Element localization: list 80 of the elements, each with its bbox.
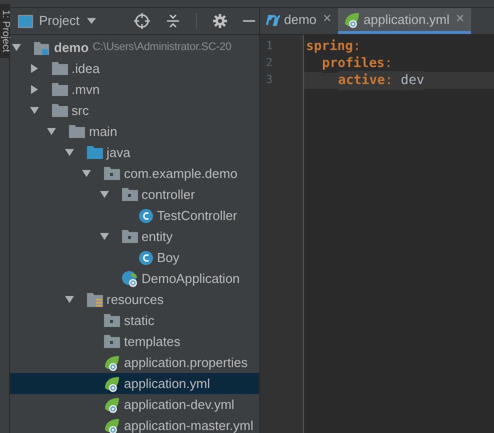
folder-icon xyxy=(52,62,68,75)
spring-leaf-icon xyxy=(104,376,120,392)
tree-row[interactable]: .idea xyxy=(10,58,259,79)
settings-icon[interactable] xyxy=(213,14,227,28)
editor-tab[interactable]: demo ✕ xyxy=(260,8,338,34)
collapse-arrow-icon[interactable] xyxy=(30,106,38,115)
expand-arrow-icon[interactable] xyxy=(30,64,38,73)
tree-row[interactable]: entity xyxy=(10,226,259,247)
tree-row[interactable]: resources xyxy=(10,289,259,310)
package-folder-icon xyxy=(104,314,120,327)
panel-icon xyxy=(18,14,33,28)
tree-item-label: templates xyxy=(124,332,180,351)
dropdown-caret-icon xyxy=(87,18,96,24)
tree-row[interactable]: application-master.yml xyxy=(10,415,259,433)
tree-item-label: com.example.demo xyxy=(124,164,238,183)
folder-icon xyxy=(52,83,68,96)
tree-item-label: controller xyxy=(142,186,195,204)
crosshair-icon[interactable] xyxy=(134,13,150,29)
tree-row[interactable]: com.example.demo xyxy=(10,163,259,184)
tree-row[interactable]: main xyxy=(10,121,259,142)
collapse-arrow-icon[interactable] xyxy=(47,127,56,136)
collapse-arrow-icon[interactable] xyxy=(64,295,74,304)
spring-leaf-icon xyxy=(344,12,360,28)
editor-tab[interactable]: application.yml ✕ xyxy=(338,8,471,34)
tree-row[interactable]: .mvn xyxy=(10,79,259,100)
tree-row[interactable]: java xyxy=(10,142,259,163)
tree-row[interactable]: controller xyxy=(10,184,259,205)
project-view-dropdown[interactable]: Project xyxy=(39,11,96,31)
package-folder-icon xyxy=(122,230,138,243)
tree-row[interactable]: static xyxy=(10,310,259,331)
spring-leaf-icon xyxy=(104,418,120,433)
tree-item-label: main xyxy=(89,122,118,141)
class-icon xyxy=(139,250,153,264)
collapse-arrow-icon[interactable] xyxy=(64,148,74,157)
package-folder-icon xyxy=(122,188,138,201)
expand-arrow-icon[interactable] xyxy=(30,85,38,94)
tree-row[interactable]: application.properties xyxy=(10,352,259,373)
spring-leaf-icon xyxy=(104,396,120,412)
tree-row[interactable]: src xyxy=(10,100,259,121)
tree-item-label: application-dev.yml xyxy=(124,396,234,414)
m-letter-icon xyxy=(266,14,280,26)
resources-folder-icon xyxy=(86,292,102,306)
tree-item-label: src xyxy=(72,102,89,120)
tree-item-label: static xyxy=(124,312,154,330)
tree-item-label: .idea xyxy=(72,60,100,78)
folder-icon xyxy=(52,104,68,117)
collapse-all-icon[interactable] xyxy=(166,14,180,28)
tree-item-label: java xyxy=(106,144,130,162)
collapse-arrow-icon[interactable] xyxy=(82,169,91,178)
tree-row[interactable]: DemoApplication xyxy=(10,268,259,289)
tree-item-label: Boy xyxy=(157,248,180,267)
tree-item-label: application-master.yml xyxy=(124,416,254,433)
tree-item-label: .mvn xyxy=(72,80,100,99)
folder-icon xyxy=(69,125,85,138)
tree-row[interactable]: application.yml xyxy=(10,373,259,394)
class-icon xyxy=(139,208,153,222)
close-icon[interactable]: ✕ xyxy=(322,11,332,28)
package-folder-icon xyxy=(104,167,120,180)
tree-item-label: demo xyxy=(54,38,89,57)
tree-item-label: application.yml xyxy=(124,374,210,393)
tool-stripe-tab[interactable]: 1: Project xyxy=(0,4,10,58)
collapse-arrow-icon[interactable] xyxy=(100,232,108,241)
spring-class-icon xyxy=(122,270,138,286)
tree-row[interactable]: application-dev.yml xyxy=(10,394,259,415)
tree-row[interactable]: templates xyxy=(10,331,259,352)
module-folder-icon xyxy=(34,40,50,54)
collapse-arrow-icon[interactable] xyxy=(12,43,21,52)
tree-row[interactable]: TestController xyxy=(10,205,259,226)
tree-item-label: DemoApplication xyxy=(142,270,240,288)
collapse-arrow-icon[interactable] xyxy=(100,190,108,199)
tree-item-label: TestController xyxy=(157,206,238,225)
tree-item-label: entity xyxy=(142,228,173,246)
tree-item-label: application.properties xyxy=(124,354,248,372)
folder-icon xyxy=(86,146,102,159)
package-folder-icon xyxy=(104,335,120,348)
tree-row[interactable]: demo C:\Users\Administrator.SC-20 xyxy=(10,37,259,58)
tree-row[interactable]: Boy xyxy=(10,247,259,268)
tree-item-label: resources xyxy=(106,290,164,309)
spring-leaf-icon xyxy=(104,354,120,370)
module-path: C:\Users\Administrator.SC-20 xyxy=(92,40,232,56)
